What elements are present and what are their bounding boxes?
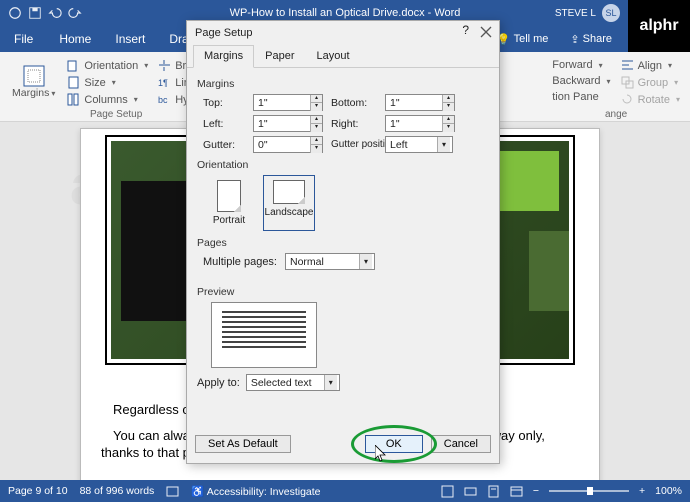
dialog-tabs: Margins Paper Layout — [187, 45, 499, 68]
cancel-button[interactable]: Cancel — [431, 435, 491, 453]
web-view-icon[interactable] — [510, 485, 523, 498]
gutterpos-label: Gutter position: — [331, 139, 377, 150]
section-preview: Preview — [197, 286, 489, 298]
section-pages: Pages — [197, 237, 489, 249]
user-name: STEVE L — [555, 8, 596, 19]
ok-button[interactable]: OK — [365, 435, 423, 453]
dialog-title: Page Setup — [195, 27, 253, 39]
top-spinner[interactable]: 1"▴▾ — [253, 94, 323, 111]
bottom-label: Bottom: — [331, 97, 377, 109]
right-spinner[interactable]: 1"▴▾ — [385, 115, 455, 132]
zoom-slider[interactable] — [549, 490, 629, 492]
group-button[interactable]: Group — [619, 75, 682, 90]
close-icon[interactable] — [479, 25, 493, 39]
status-bar: Page 9 of 10 88 of 996 words ♿ Accessibi… — [0, 480, 690, 502]
dialog-help-icon[interactable]: ? — [462, 23, 469, 37]
gutterpos-combo[interactable]: Left — [385, 136, 453, 153]
orientation-button[interactable]: Orientation — [65, 58, 150, 73]
landscape-button[interactable]: Landscape — [263, 175, 315, 231]
tab-file[interactable]: File — [0, 26, 47, 52]
word-count[interactable]: 88 of 996 words — [80, 485, 155, 497]
tab-insert[interactable]: Insert — [103, 26, 157, 52]
gutter-spinner[interactable]: 0"▴▾ — [253, 136, 323, 153]
preview-box — [211, 302, 317, 368]
read-view-icon[interactable] — [464, 485, 477, 498]
dialog-tab-paper[interactable]: Paper — [254, 45, 305, 67]
dialog-titlebar[interactable]: Page Setup ? — [187, 21, 499, 45]
dialog-tab-layout[interactable]: Layout — [305, 45, 360, 67]
zoom-out[interactable]: − — [533, 485, 539, 497]
document-title: WP-How to Install an Optical Drive.docx … — [230, 7, 461, 19]
selection-pane-button[interactable]: tion Pane — [550, 90, 612, 104]
autosave-icon[interactable] — [8, 6, 22, 20]
svg-text:1¶: 1¶ — [158, 78, 168, 88]
print-view-icon[interactable] — [487, 485, 500, 498]
bring-forward-button[interactable]: Forward — [550, 58, 612, 72]
bottom-spinner[interactable]: 1"▴▾ — [385, 94, 455, 111]
save-icon[interactable] — [28, 6, 42, 20]
multipages-label: Multiple pages: — [203, 256, 277, 268]
tab-home[interactable]: Home — [47, 26, 103, 52]
cursor-icon — [375, 445, 388, 463]
zoom-in[interactable]: + — [639, 485, 645, 497]
zoom-value[interactable]: 100% — [655, 485, 682, 497]
group-label-arrange: ange — [550, 107, 682, 120]
svg-text:bc: bc — [158, 95, 168, 105]
accessibility-status[interactable]: ♿ Accessibility: Investigate — [191, 485, 320, 498]
share-button[interactable]: ⇪Share — [564, 33, 618, 46]
quick-access-toolbar — [0, 6, 82, 20]
multipages-combo[interactable]: Normal — [285, 253, 375, 270]
gutter-label: Gutter: — [203, 139, 245, 151]
left-label: Left: — [203, 118, 245, 130]
portrait-button[interactable]: Portrait — [203, 175, 255, 231]
avatar[interactable]: SL — [602, 4, 620, 22]
columns-button[interactable]: Columns — [65, 92, 150, 107]
user-area: STEVE L SL — [555, 4, 620, 22]
redo-icon[interactable] — [68, 6, 82, 20]
page-setup-dialog: Page Setup ? Margins Paper Layout Margin… — [186, 20, 500, 464]
section-margins: Margins — [197, 78, 489, 90]
top-label: Top: — [203, 97, 245, 109]
right-label: Right: — [331, 118, 377, 130]
section-orientation: Orientation — [197, 159, 489, 171]
margins-button[interactable]: Margins — [8, 56, 59, 107]
left-spinner[interactable]: 1"▴▾ — [253, 115, 323, 132]
focus-view-icon[interactable] — [441, 485, 454, 498]
set-default-button[interactable]: Set As Default — [195, 435, 291, 453]
applyto-combo[interactable]: Selected text — [246, 374, 340, 391]
dialog-tab-margins[interactable]: Margins — [193, 45, 254, 68]
page-indicator[interactable]: Page 9 of 10 — [8, 485, 68, 497]
size-button[interactable]: Size — [65, 75, 150, 90]
rotate-button[interactable]: Rotate — [619, 92, 682, 107]
alphr-logo: alphr — [628, 0, 690, 52]
undo-icon[interactable] — [48, 6, 62, 20]
align-button[interactable]: Align — [619, 58, 682, 73]
send-backward-button[interactable]: Backward — [550, 74, 612, 88]
applyto-label: Apply to: — [197, 377, 240, 389]
spellcheck-icon[interactable] — [166, 485, 179, 498]
tellme[interactable]: 💡Tell me — [491, 33, 555, 46]
